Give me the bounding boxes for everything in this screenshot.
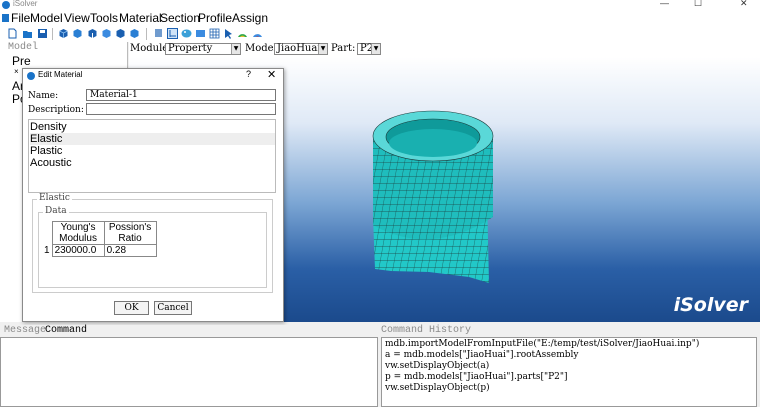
toolbar-separator	[146, 28, 147, 40]
menu-view[interactable]: View	[64, 11, 90, 26]
material-name-input[interactable]: Material-1	[86, 89, 276, 101]
menu-bar: File Model View Tools Material Section P…	[0, 11, 760, 26]
name-label: Name:	[28, 91, 59, 101]
dialog-close-button[interactable]: ✕	[267, 68, 276, 81]
young-modulus-cell[interactable]: 230000.0	[51, 244, 105, 257]
model-select-value: JiaoHuai	[277, 43, 321, 54]
young-header-line2: Modulus	[59, 233, 97, 244]
poisson-header-line2: Ratio	[118, 233, 142, 244]
command-history-list[interactable]: mdb.importModelFromInputFile("E:/temp/te…	[381, 337, 757, 407]
behavior-plastic[interactable]: Plastic	[30, 145, 275, 157]
color-wheel-icon[interactable]	[237, 28, 248, 39]
cube-side-icon[interactable]	[87, 28, 98, 39]
list-icon[interactable]	[153, 28, 164, 39]
help-button[interactable]: ?	[246, 69, 251, 79]
poisson-header-line1: Possion's	[108, 222, 152, 233]
command-history-panel: Command History mdb.importModelFromInput…	[381, 325, 760, 407]
layout-icon[interactable]	[167, 28, 178, 39]
data-group: Data Young's Modulus Possion's Ratio 1 230…	[38, 206, 267, 288]
elastic-group-label: Elastic	[37, 193, 72, 203]
part-select[interactable]: P2 ▼	[357, 43, 381, 55]
window-titlebar: iSolver — ☐ ✕	[0, 0, 760, 11]
table-corner	[42, 222, 52, 245]
close-window-button[interactable]: ✕	[740, 0, 748, 9]
young-modulus-header: Young's Modulus	[51, 221, 105, 245]
chevron-down-icon: ▼	[318, 44, 327, 54]
chevron-down-icon: ▼	[371, 44, 380, 54]
cube-front-icon[interactable]	[72, 28, 83, 39]
command-history-header: Command History	[381, 325, 472, 336]
menu-tools[interactable]: Tools	[90, 11, 118, 26]
render-icon[interactable]	[252, 28, 263, 39]
row-index: 1	[44, 245, 50, 256]
context-selector-bar: Module: Property ▼ Model: JiaoHuai ▼ Par…	[129, 42, 760, 57]
poisson-ratio-header: Possion's Ratio	[103, 221, 157, 245]
cube-icon[interactable]	[58, 28, 69, 39]
dialog-titlebar: Edit Material ? ✕	[23, 69, 283, 83]
menu-profile[interactable]: Profile	[198, 11, 232, 26]
behavior-acoustic[interactable]: Acoustic	[30, 157, 275, 169]
open-folder-icon[interactable]	[22, 28, 33, 39]
save-icon[interactable]	[37, 28, 48, 39]
elastic-group: Elastic Data Young's Modulus Possion's Rat…	[32, 193, 273, 293]
history-line: a = mdb.models["JiaoHuai"].rootAssembly	[385, 350, 579, 360]
module-select-value: Property	[168, 43, 213, 54]
menu-model[interactable]: Model	[30, 11, 63, 26]
cube-top-icon[interactable]	[101, 28, 112, 39]
description-input[interactable]	[86, 103, 276, 115]
cube-back-icon[interactable]	[129, 28, 140, 39]
table-header-row: Young's Modulus Possion's Ratio	[42, 221, 157, 245]
history-line: vw.setDisplayObject(a)	[385, 361, 490, 371]
material-behavior-list: Density Elastic Plastic Acoustic	[28, 119, 276, 193]
cube-iso-icon[interactable]	[115, 28, 126, 39]
chevron-down-icon: ▼	[231, 44, 240, 54]
menu-section[interactable]: Section	[160, 11, 200, 26]
young-header-line1: Young's	[60, 222, 96, 233]
module-select[interactable]: Property ▼	[165, 43, 241, 55]
table-row: 1 230000.0 0.28	[42, 244, 157, 257]
tab-message[interactable]: Message	[4, 325, 46, 336]
menu-material[interactable]: Material	[119, 11, 162, 26]
cancel-button[interactable]: Cancel	[154, 301, 192, 315]
app-logo-icon	[2, 1, 10, 9]
minimize-button[interactable]: —	[660, 0, 669, 8]
grid-icon[interactable]	[209, 28, 220, 39]
history-line: mdb.importModelFromInputFile("E:/temp/te…	[385, 339, 700, 349]
menu-assign[interactable]: Assign	[232, 11, 268, 26]
message-command-panel: Message Command	[0, 325, 380, 407]
dialog-app-icon	[27, 72, 35, 80]
main-toolbar	[0, 26, 760, 42]
maximize-button[interactable]: ☐	[694, 0, 702, 9]
edit-material-dialog: Edit Material ? ✕ Name: Material-1 Descr…	[22, 68, 284, 322]
document-icon	[2, 14, 9, 22]
shade-icon[interactable]	[195, 28, 206, 39]
tree-expander[interactable]: ×	[14, 67, 19, 76]
new-file-icon[interactable]	[7, 28, 18, 39]
material-name-value: Material-1	[90, 90, 138, 100]
poisson-ratio-cell[interactable]: 0.28	[103, 244, 157, 257]
elastic-data-table: Young's Modulus Possion's Ratio 1 230000.0…	[42, 221, 157, 257]
behavior-density[interactable]: Density	[30, 121, 275, 133]
model-select[interactable]: JiaoHuai ▼	[274, 43, 328, 55]
isolver-logo: iSolver	[673, 294, 748, 316]
toolbar-separator	[52, 28, 53, 40]
message-output[interactable]	[0, 337, 378, 407]
tab-command[interactable]: Command	[45, 325, 87, 336]
model-tree-header: Model	[8, 42, 39, 53]
data-group-label: Data	[43, 206, 69, 216]
description-label: Description:	[28, 105, 84, 115]
select-arrow-icon[interactable]	[223, 28, 234, 39]
part-label: Part:	[331, 43, 356, 54]
palette-icon[interactable]	[181, 28, 192, 39]
menu-file[interactable]: File	[11, 11, 30, 26]
history-line: p = mdb.models["JiaoHuai"].parts["P2"]	[385, 372, 568, 382]
ok-button[interactable]: OK	[114, 301, 149, 315]
window-title: iSolver	[13, 0, 38, 8]
tree-item-pre[interactable]: Pre	[12, 54, 31, 68]
history-line: vw.setDisplayObject(p)	[385, 383, 490, 393]
behavior-elastic[interactable]: Elastic	[30, 133, 275, 145]
dialog-title: Edit Material	[38, 70, 83, 79]
